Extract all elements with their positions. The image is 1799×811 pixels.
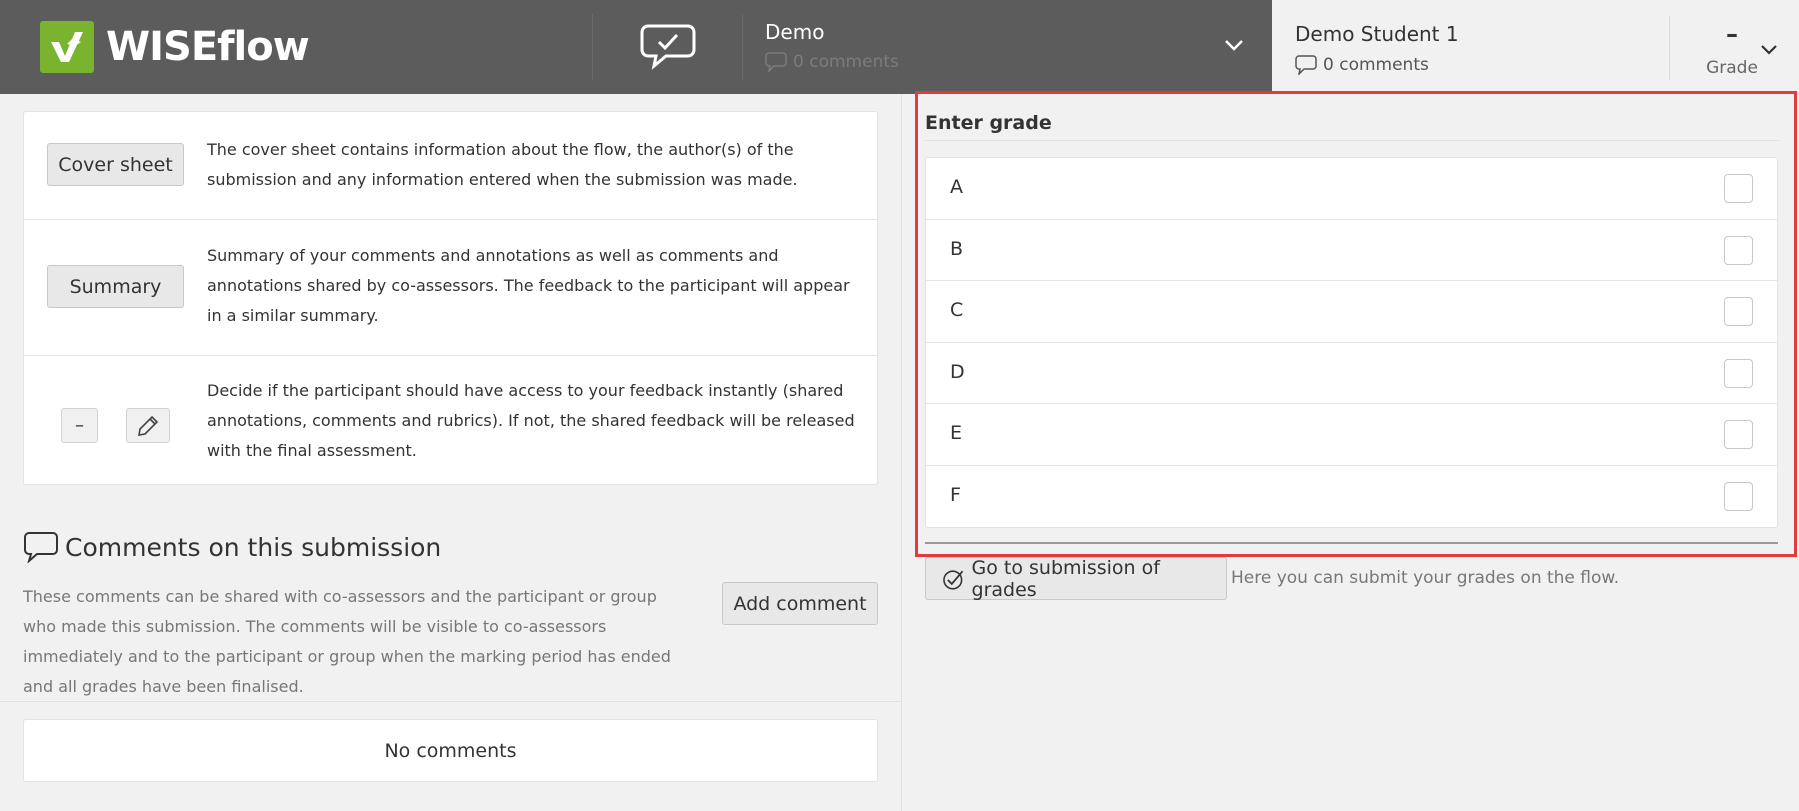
speech-check-icon[interactable] bbox=[640, 22, 696, 70]
feedback-access-description: Decide if the participant should have ac… bbox=[207, 381, 855, 460]
wiseflow-logo[interactable]: WISEflow bbox=[40, 21, 310, 73]
cover-sheet-row: Cover sheet The cover sheet contains inf… bbox=[24, 112, 879, 219]
header-divider bbox=[1669, 16, 1670, 80]
cover-sheet-button[interactable]: Cover sheet bbox=[47, 143, 184, 186]
grade-option-label: C bbox=[950, 299, 964, 321]
flow-title: Demo bbox=[765, 20, 825, 44]
submit-hint: Here you can submit your grades on the f… bbox=[1231, 568, 1620, 588]
comments-heading-text: Comments on this submission bbox=[65, 532, 442, 562]
grade-options-list: A B C D E F bbox=[925, 157, 1778, 528]
grade-checkbox[interactable] bbox=[1724, 174, 1753, 203]
student-name: Demo Student 1 bbox=[1295, 22, 1459, 46]
submit-button-label: Go to submission of grades bbox=[971, 556, 1160, 601]
go-to-submission-of-grades-button[interactable]: Go to submission of grades bbox=[925, 556, 1227, 601]
feedback-access-row: – Decide if the participant should have … bbox=[24, 355, 879, 485]
divider bbox=[925, 140, 1780, 141]
grade-option-label: F bbox=[950, 483, 961, 506]
chevron-down-icon[interactable] bbox=[1760, 40, 1778, 59]
logo-text: WISEflow bbox=[106, 24, 310, 70]
divider bbox=[0, 701, 901, 702]
feedback-access-value: – bbox=[61, 408, 98, 443]
flow-comments-text: 0 comments bbox=[793, 52, 899, 72]
grade-checkbox[interactable] bbox=[1724, 235, 1753, 265]
student-panel: Demo Student 1 0 comments – Grade bbox=[1272, 0, 1799, 94]
grade-option-d[interactable]: D bbox=[926, 343, 1777, 404]
grade-option-f[interactable]: F bbox=[926, 466, 1777, 528]
summary-button[interactable]: Summary bbox=[47, 265, 184, 308]
logo-icon bbox=[40, 21, 94, 73]
submission-info-card: Cover sheet The cover sheet contains inf… bbox=[23, 111, 879, 485]
cover-sheet-description: The cover sheet contains information abo… bbox=[207, 140, 798, 189]
student-comments-text: 0 comments bbox=[1323, 55, 1429, 75]
chevron-down-icon[interactable] bbox=[1224, 36, 1244, 55]
grade-option-a[interactable]: A bbox=[926, 158, 1777, 220]
grade-option-label: E bbox=[950, 422, 963, 444]
comments-description: These comments can be shared with co-ass… bbox=[23, 587, 671, 696]
grade-checkbox[interactable] bbox=[1724, 481, 1753, 511]
top-bar: WISEflow Demo 0 comments Demo Student 1 … bbox=[0, 0, 1799, 94]
pencil-icon[interactable] bbox=[126, 408, 170, 443]
grade-option-label: A bbox=[950, 176, 963, 198]
comment-icon bbox=[1295, 55, 1317, 75]
grade-option-c[interactable]: C bbox=[926, 281, 1777, 343]
grade-checkbox[interactable] bbox=[1724, 297, 1753, 326]
grade-checkbox[interactable] bbox=[1724, 420, 1753, 449]
grade-option-label: B bbox=[950, 237, 964, 260]
comment-icon bbox=[765, 52, 787, 72]
left-panel: Cover sheet The cover sheet contains inf… bbox=[0, 94, 901, 811]
grade-option-label: D bbox=[950, 360, 965, 383]
comment-icon bbox=[24, 532, 58, 563]
divider bbox=[925, 542, 1778, 544]
grade-label: Grade bbox=[1706, 58, 1758, 78]
header-divider bbox=[742, 14, 743, 80]
enter-grade-heading: Enter grade bbox=[925, 112, 1052, 134]
student-comment-count: 0 comments bbox=[1295, 55, 1429, 75]
no-comments-message: No comments bbox=[23, 719, 878, 782]
grade-checkbox[interactable] bbox=[1724, 358, 1753, 388]
add-comment-button[interactable]: Add comment bbox=[722, 582, 878, 625]
flow-comment-count: 0 comments bbox=[765, 52, 899, 72]
check-circle-icon bbox=[943, 569, 964, 590]
summary-description: Summary of your comments and annotations… bbox=[207, 246, 850, 325]
comments-heading: Comments on this submission bbox=[23, 531, 441, 563]
summary-row: Summary Summary of your comments and ann… bbox=[24, 219, 879, 355]
grade-option-b[interactable]: B bbox=[926, 220, 1777, 281]
grade-option-e[interactable]: E bbox=[926, 404, 1777, 466]
header-divider bbox=[592, 14, 593, 80]
